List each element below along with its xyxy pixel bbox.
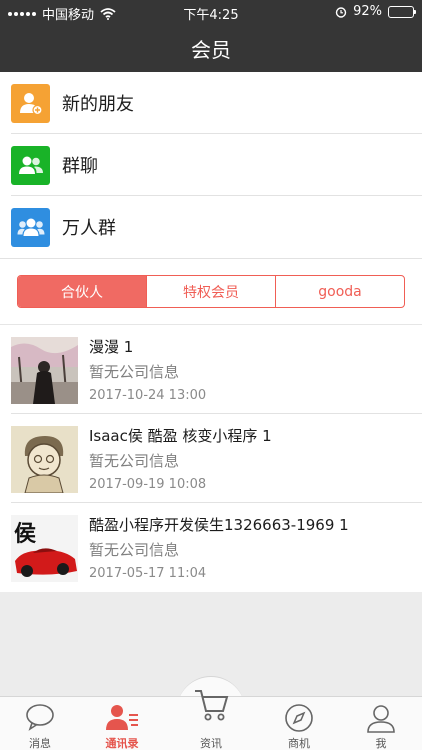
contact-menu: 新的朋友 群聊 万人群 xyxy=(0,72,422,258)
tab-label: 消息 xyxy=(29,737,51,750)
menu-item-large-group[interactable]: 万人群 xyxy=(0,196,422,258)
tab-label: 资讯 xyxy=(200,737,222,750)
member-name: 酷盈小程序开发侯生1326663-1969 1 xyxy=(89,516,349,534)
page-title: 会员 xyxy=(191,38,231,62)
contacts-icon xyxy=(106,705,138,730)
menu-item-label: 万人群 xyxy=(62,218,116,239)
alarm-icon xyxy=(335,6,347,18)
tab-business[interactable]: 商机 xyxy=(259,697,339,750)
tab-label: 通讯录 xyxy=(105,737,139,750)
segmented-control: 合伙人 特权会员 gooda xyxy=(17,275,405,308)
tab-bar: 消息 通讯录 资讯 商机 我 xyxy=(0,690,422,750)
avatar xyxy=(11,337,78,404)
member-company: 暂无公司信息 xyxy=(89,363,180,381)
tab-messages[interactable]: 消息 xyxy=(0,697,80,750)
avatar: 侯 xyxy=(11,515,78,582)
member-date: 2017-09-19 10:08 xyxy=(89,477,207,492)
cart-icon xyxy=(195,690,229,721)
chat-bubble-icon xyxy=(26,704,54,731)
member-date: 2017-05-17 11:04 xyxy=(89,566,207,581)
member-company: 暂无公司信息 xyxy=(89,452,180,470)
member-name: 漫漫 1 xyxy=(89,338,134,356)
battery-icon xyxy=(388,5,416,18)
tab-partner[interactable]: 合伙人 xyxy=(18,276,146,307)
tab-label: 我 xyxy=(375,737,387,750)
avatar-character: 侯 xyxy=(14,521,36,547)
tab-contacts[interactable]: 通讯录 xyxy=(82,697,162,750)
tab-me[interactable]: 我 xyxy=(341,697,421,750)
menu-item-label: 新的朋友 xyxy=(62,94,134,115)
group-chat-icon xyxy=(11,145,50,185)
compass-icon xyxy=(285,704,313,732)
list-item[interactable]: 漫漫 1 暂无公司信息 2017-10-24 13:00 xyxy=(0,325,422,414)
list-item[interactable]: Isaac侯 酷盈 核变小程序 1 暂无公司信息 2017-09-19 10:0… xyxy=(0,414,422,503)
menu-item-label: 群聊 xyxy=(62,156,98,177)
member-company: 暂无公司信息 xyxy=(89,541,180,559)
member-list: 漫漫 1 暂无公司信息 2017-10-24 13:00 Isaac侯 酷盈 核… xyxy=(0,324,422,592)
add-friend-icon xyxy=(11,83,50,123)
member-date: 2017-10-24 13:00 xyxy=(89,388,207,403)
status-bar: 中国移动 下午4:25 92% xyxy=(0,0,422,24)
menu-item-new-friends[interactable]: 新的朋友 xyxy=(0,72,422,134)
person-icon xyxy=(367,705,395,733)
tab-gooda[interactable]: gooda xyxy=(275,276,404,307)
avatar xyxy=(11,426,78,493)
tab-label: 商机 xyxy=(288,737,310,750)
menu-item-group-chat[interactable]: 群聊 xyxy=(0,134,422,196)
member-name: Isaac侯 酷盈 核变小程序 1 xyxy=(89,427,272,445)
list-item[interactable]: 侯 酷盈小程序开发侯生1326663-1969 1 暂无公司信息 2017-05… xyxy=(0,503,422,592)
battery-percent: 92% xyxy=(353,4,382,19)
large-group-icon xyxy=(11,207,50,247)
navigation-bar: 中国移动 下午4:25 92% 会员 xyxy=(0,0,422,72)
member-type-switch: 合伙人 特权会员 gooda xyxy=(0,258,422,324)
tab-news[interactable]: 资讯 xyxy=(171,690,251,750)
tab-vip-member[interactable]: 特权会员 xyxy=(146,276,275,307)
